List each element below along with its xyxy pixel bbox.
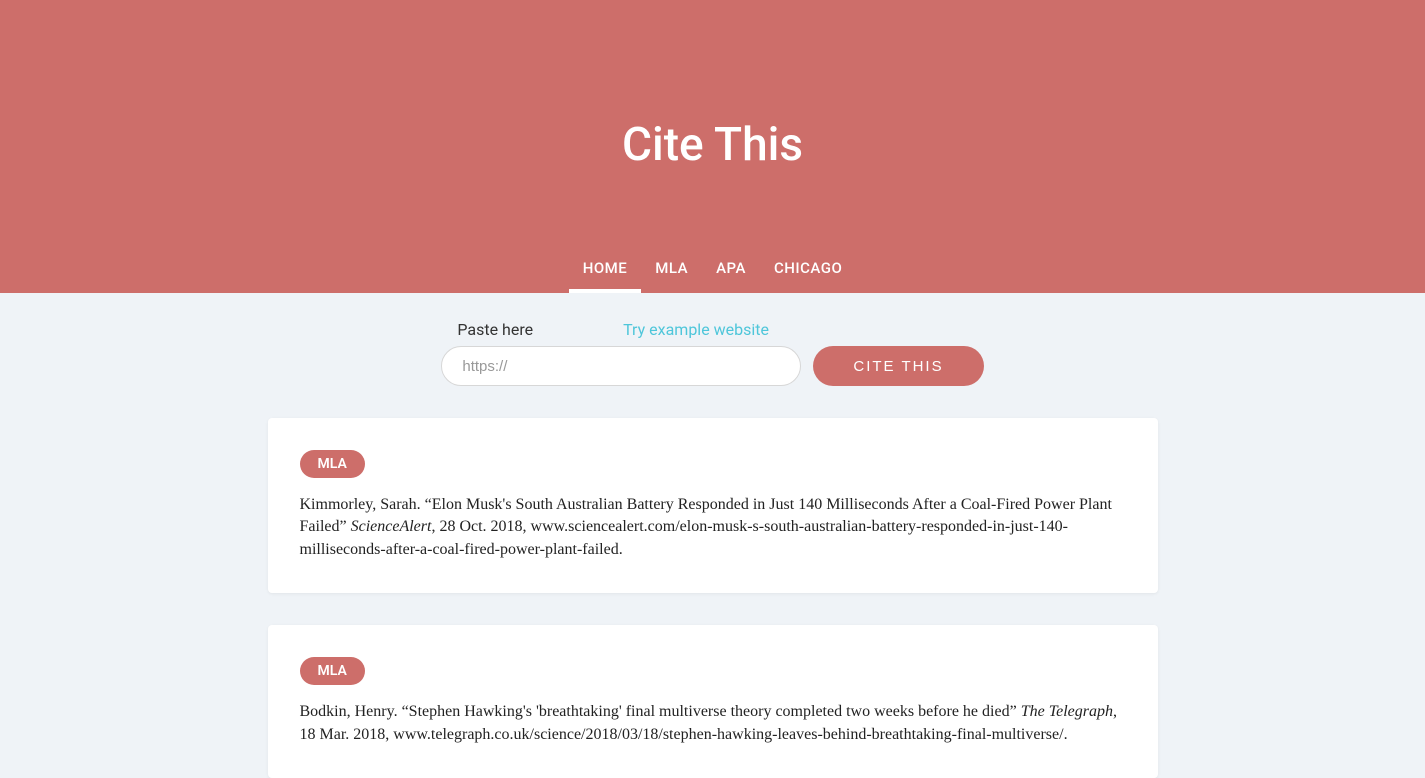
form-area: Paste here Try example website CITE THIS <box>0 320 1425 386</box>
nav-mla[interactable]: MLA <box>641 245 702 293</box>
url-input[interactable] <box>441 346 801 386</box>
citation-author: Bodkin, Henry. <box>300 703 398 720</box>
form-inner: Paste here Try example website CITE THIS <box>441 320 983 386</box>
nav-chicago[interactable]: CHICAGO <box>760 245 856 293</box>
nav-apa[interactable]: APA <box>702 245 760 293</box>
citation-source: ScienceAlert <box>351 518 432 535</box>
citation-card: MLA Bodkin, Henry. “Stephen Hawking's 'b… <box>268 625 1158 778</box>
citation-source: The Telegraph <box>1021 703 1113 720</box>
page-title: Cite This <box>622 118 803 172</box>
citation-text: Kimmorley, Sarah. “Elon Musk's South Aus… <box>300 494 1126 561</box>
citation-card: MLA Kimmorley, Sarah. “Elon Musk's South… <box>268 418 1158 593</box>
nav-home[interactable]: HOME <box>569 245 642 293</box>
format-badge: MLA <box>300 657 365 685</box>
nav-bar: HOME MLA APA CHICAGO <box>569 245 857 293</box>
labels-row: Paste here Try example website <box>441 320 801 339</box>
try-example-link[interactable]: Try example website <box>623 320 769 339</box>
cite-this-button[interactable]: CITE THIS <box>813 346 983 386</box>
format-badge: MLA <box>300 450 365 478</box>
citation-author: Kimmorley, Sarah. <box>300 496 421 513</box>
header: Cite This HOME MLA APA CHICAGO <box>0 0 1425 293</box>
citation-article-title: “Stephen Hawking's 'breathtaking' final … <box>402 703 1017 720</box>
citation-list: MLA Kimmorley, Sarah. “Elon Musk's South… <box>0 418 1425 778</box>
input-column: Paste here Try example website <box>441 320 801 386</box>
paste-here-label: Paste here <box>457 320 533 339</box>
citation-text: Bodkin, Henry. “Stephen Hawking's 'breat… <box>300 701 1126 746</box>
